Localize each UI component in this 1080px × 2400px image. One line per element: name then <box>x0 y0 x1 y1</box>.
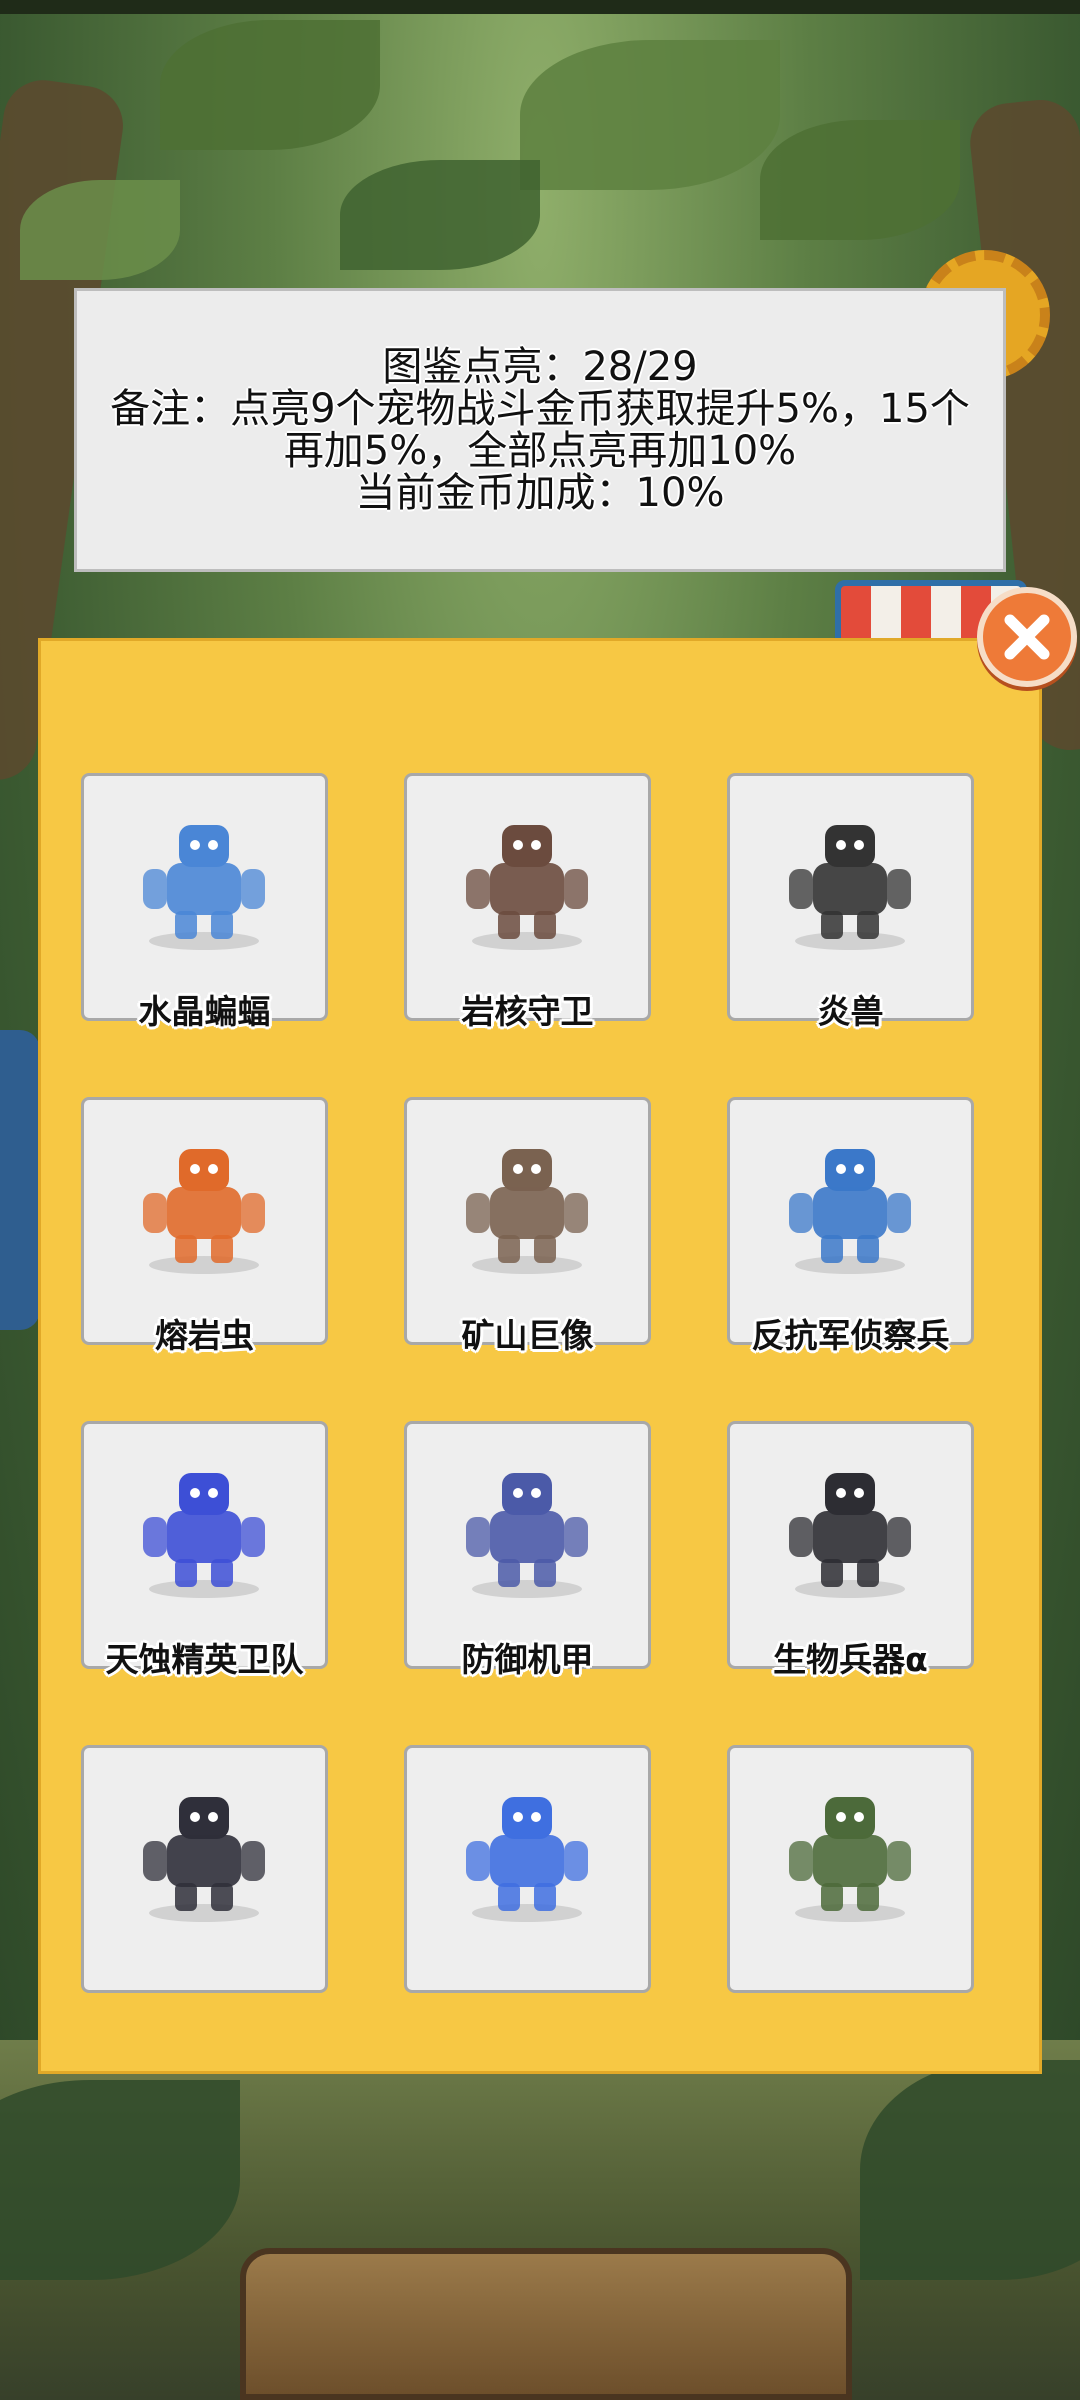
pet-portrait-icon <box>765 803 935 953</box>
collection-info-panel: 图鉴点亮：28/29 备注：点亮9个宠物战斗金币获取提升5%，15个 再加5%，… <box>74 288 1006 572</box>
pet-card[interactable]: 反抗军侦察兵 <box>727 1097 974 1355</box>
collection-progress: 图鉴点亮：28/29 <box>382 344 698 390</box>
current-coin-bonus: 当前金币加成：10% <box>355 470 725 516</box>
pet-name-label: 污染核心 <box>384 707 671 709</box>
pet-card[interactable] <box>727 1745 974 1993</box>
pet-card[interactable]: 炎兽 <box>727 773 974 1031</box>
pet-portrait-icon <box>765 1451 935 1601</box>
pet-portrait-icon <box>119 1127 289 1277</box>
pet-portrait-icon <box>442 803 612 953</box>
close-icon <box>1004 614 1050 660</box>
pet-portrait-icon <box>765 1775 935 1925</box>
side-menu-tab[interactable] <box>0 1030 40 1330</box>
pet-name-label: 岩核守卫 <box>461 992 594 1031</box>
pet-portrait-icon <box>119 803 289 953</box>
pet-card[interactable]: 水晶蝙蝠 <box>81 773 328 1031</box>
pet-portrait-icon <box>119 1451 289 1601</box>
pet-name-label: 熔岩虫 <box>155 1316 254 1355</box>
pet-portrait-icon <box>442 1775 612 1925</box>
pet-grid-scroll[interactable]: 抽取站守护者 污染核心 矿山穿山虫水晶蝙蝠 岩核守卫 炎兽熔岩虫 矿山巨像 反抗军侦察兵天蚀… <box>81 707 1021 2029</box>
pet-portrait-icon <box>119 1775 289 1925</box>
pet-name-label: 防御机甲 <box>461 1640 594 1679</box>
pet-card[interactable]: 生物兵器α <box>727 1421 974 1679</box>
close-button[interactable] <box>977 587 1077 687</box>
pet-name-label: 生物兵器α <box>773 1640 928 1679</box>
pet-portrait-icon <box>765 1127 935 1277</box>
pet-name-label: 矿山巨像 <box>461 1316 594 1355</box>
pet-card[interactable]: 天蚀精英卫队 <box>81 1421 328 1679</box>
pet-name-label: 炎兽 <box>817 992 884 1031</box>
pet-card[interactable]: 防御机甲 <box>404 1421 651 1679</box>
pet-name-label: 天蚀精英卫队 <box>105 1640 304 1679</box>
pet-card[interactable] <box>404 1745 651 1993</box>
pet-name-label: 矿山穿山虫 <box>707 707 994 709</box>
pet-collection-panel: 抽取站守护者 污染核心 矿山穿山虫水晶蝙蝠 岩核守卫 炎兽熔岩虫 矿山巨像 反抗军侦察兵天蚀… <box>38 638 1042 2074</box>
pet-card[interactable]: 岩核守卫 <box>404 773 651 1031</box>
pet-portrait-icon <box>442 1451 612 1601</box>
bonus-note-line-2: 再加5%，全部点亮再加10% <box>283 428 797 474</box>
pet-name-label: 反抗军侦察兵 <box>751 1316 950 1355</box>
pet-card[interactable] <box>81 1745 328 1993</box>
pet-name-label: 水晶蝙蝠 <box>138 992 271 1031</box>
pet-card[interactable]: 熔岩虫 <box>81 1097 328 1355</box>
pet-name-label: 抽取站守护者 <box>81 707 348 709</box>
pet-card[interactable]: 矿山巨像 <box>404 1097 651 1355</box>
pet-grid: 抽取站守护者污染核心矿山穿山虫水晶蝙蝠岩核守卫炎兽熔岩虫矿山巨像反抗军侦察兵天蚀… <box>81 707 974 1993</box>
pet-portrait-icon <box>442 1127 612 1277</box>
bonus-note-line-1: 备注：点亮9个宠物战斗金币获取提升5%，15个 <box>110 386 970 432</box>
